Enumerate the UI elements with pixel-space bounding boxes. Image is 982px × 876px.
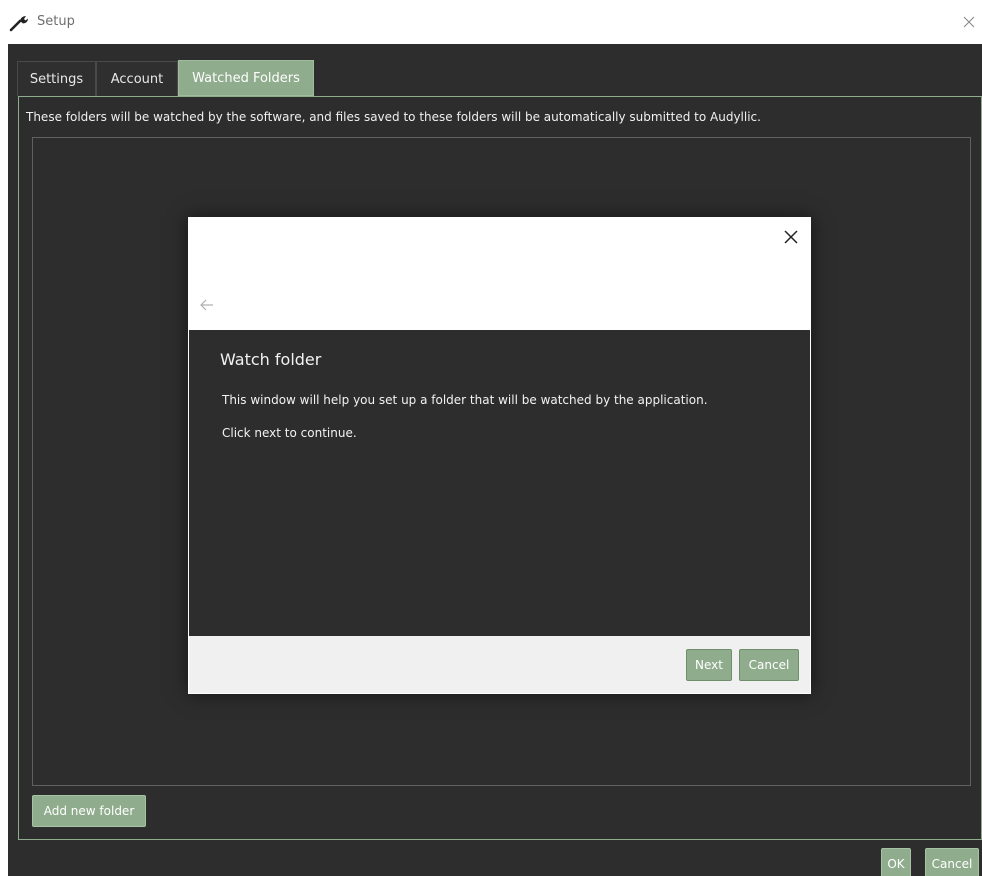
wizard-content: Watch folder This window will help you s…: [189, 330, 810, 636]
wrench-icon: [9, 16, 28, 32]
close-icon[interactable]: [781, 227, 801, 247]
tab-watched-folders[interactable]: Watched Folders: [178, 60, 314, 96]
title-bar: Setup: [0, 0, 982, 44]
wizard-intro-text: This window will help you set up a folde…: [222, 393, 708, 407]
wizard-cancel-button[interactable]: Cancel: [739, 649, 799, 681]
tab-settings[interactable]: Settings: [17, 61, 96, 96]
next-button[interactable]: Next: [686, 649, 732, 681]
add-new-folder-button[interactable]: Add new folder: [32, 795, 146, 827]
watched-folders-description: These folders will be watched by the sof…: [26, 110, 761, 124]
wizard-heading: Watch folder: [220, 350, 322, 369]
cancel-button[interactable]: Cancel: [925, 848, 979, 876]
window-title: Setup: [37, 14, 75, 29]
tab-watched-folders-label: Watched Folders: [192, 70, 300, 86]
ok-button[interactable]: OK: [881, 848, 911, 876]
tab-settings-label: Settings: [29, 71, 84, 87]
wizard-continue-text: Click next to continue.: [222, 426, 357, 440]
watch-folder-wizard: Watch folder This window will help you s…: [188, 217, 811, 694]
wizard-footer: Next Cancel: [189, 636, 810, 693]
arrow-left-icon[interactable]: [198, 297, 216, 313]
tab-account-label: Account: [110, 71, 164, 87]
close-icon[interactable]: [960, 13, 978, 31]
tab-account[interactable]: Account: [96, 61, 178, 96]
